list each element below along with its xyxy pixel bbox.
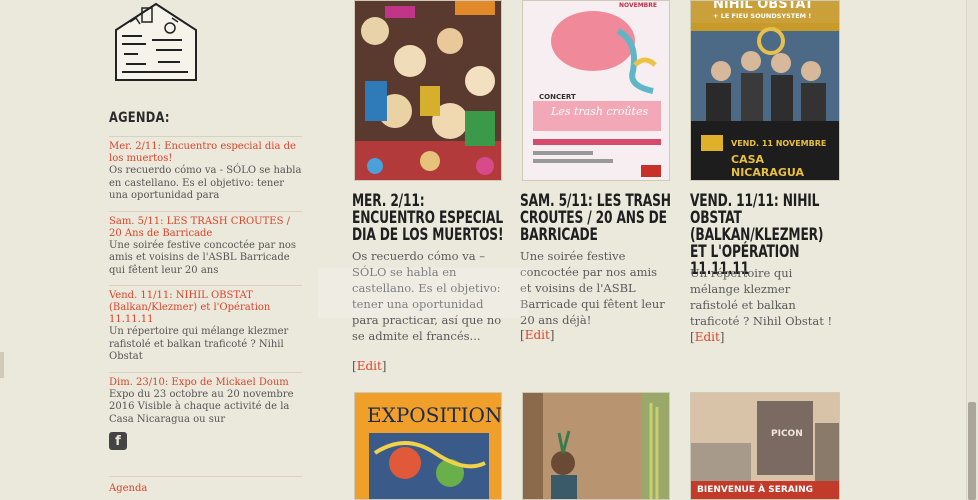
post-title[interactable]: MER. 2/11: ENCUENTRO ESPECIAL DIA DE LOS… [352,193,504,244]
agenda-item-link[interactable]: Vend. 11/11: NIHIL OBSTAT (Balkan/Klezme… [109,290,302,326]
poster-venue: CASA NICARAGUA [731,153,805,179]
poster-concert: CONCERT [539,93,576,101]
poster-band: Les trash croûtes [551,105,649,118]
post-edit: [Edit] [690,330,725,344]
post-edit: [Edit] [352,359,387,373]
casa-nicaragua-logo[interactable] [112,0,200,84]
scrollbar-thumb[interactable] [968,402,976,500]
post-image-nihil-obstat[interactable]: NIHIL OBSTAT + LE FIEU SOUNDSYSTEM ! VEN… [690,0,840,181]
agenda-item-link[interactable]: Dim. 23/10: Expo de Mickael Doum [109,377,302,389]
post-excerpt: Un répertoire qui mélange klezmer rafist… [690,266,833,328]
left-edge-tab[interactable] [0,352,4,378]
agenda-item: Sam. 5/11: LES TRASH CROUTES / 20 Ans de… [109,210,302,278]
post-image-dia-de-los-muertos[interactable] [354,0,502,181]
picon-sign: PICON [771,429,803,439]
agenda-item-desc: Os recuerdo cómo va - SÓLO se habla en c… [109,165,302,201]
post-image-photo[interactable] [522,392,670,500]
sidebar-divider [109,476,302,477]
agenda-item: Dim. 23/10: Expo de Mickael Doum Expo du… [109,371,302,427]
edit-link[interactable]: Edit [695,330,720,344]
facebook-icon[interactable]: f [109,432,127,450]
agenda-item-desc: Expo du 23 octobre au 20 novembre 2016 V… [109,388,294,425]
post-title[interactable]: SAM. 5/11: LES TRASH CROUTES / 20 ANS DE… [520,193,672,244]
faint-overlay [318,268,528,318]
post-edit: [Edit] [520,328,555,342]
post-excerpt: Une soirée festive concoctée par nos ami… [520,249,665,327]
agenda-list: Mer. 2/11: Encuentro especial dia de los… [109,136,302,434]
agenda-item-desc: Une soirée festive concoctée par nos ami… [109,239,297,276]
poster-month: NOVEMBRE [619,2,657,9]
agenda-item-link[interactable]: Mer. 2/11: Encuentro especial dia de los… [109,141,302,165]
agenda-item: Mer. 2/11: Encuentro especial dia de los… [109,136,302,203]
post-image-trash-croutes[interactable]: NOVEMBRE CONCERT Les trash croûtes [522,0,670,181]
agenda-item-desc: Un répertoire qui mélange klezmer rafist… [109,326,289,362]
post-image-exposition[interactable]: EXPOSITION [354,392,502,500]
poster-subtitle: + LE FIEU SOUNDSYSTEM ! [713,12,812,20]
edit-link[interactable]: Edit [357,359,382,373]
poster-date: VEND. 11 NOVEMBRE [731,139,827,148]
agenda-item: Vend. 11/11: NIHIL OBSTAT (Balkan/Klezme… [109,285,302,364]
agenda-item-link[interactable]: Sam. 5/11: LES TRASH CROUTES / 20 Ans de… [109,216,302,240]
poster-title: NIHIL OBSTAT [713,0,814,12]
sidebar-agenda-link[interactable]: Agenda [109,483,147,494]
edit-link[interactable]: Edit [525,328,550,342]
post-image-seraing[interactable]: PICON BIENVENUE À SERAING [690,392,840,500]
banner-text: BIENVENUE À SERAING [697,485,814,495]
agenda-heading: AGENDA: [109,110,170,126]
